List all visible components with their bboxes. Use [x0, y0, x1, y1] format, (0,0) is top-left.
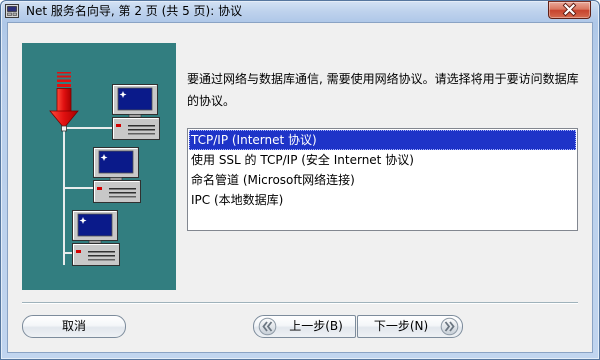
back-button[interactable]: 上一步(B) — [253, 315, 356, 338]
back-button-label: 上一步(B) — [289, 319, 343, 333]
chevron-double-right-icon — [440, 317, 459, 336]
close-icon — [562, 2, 577, 17]
app-icon[interactable] — [4, 3, 20, 19]
computer-icon — [72, 210, 120, 266]
dialog-window: Net 服务名向导, 第 2 页 (共 5 页): 协议 要通过网络与数据库通信… — [0, 0, 600, 360]
protocol-listbox[interactable]: TCP/IP (Internet 协议) 使用 SSL 的 TCP/IP (安全… — [187, 128, 578, 231]
cancel-button-label: 取消 — [61, 319, 86, 333]
cancel-button[interactable]: 取消 — [22, 315, 126, 338]
next-button[interactable]: 下一步(N) — [357, 315, 463, 338]
wizard-body: 要通过网络与数据库通信, 需要使用网络协议。请选择将用于要访问数据库的协议。 T… — [8, 23, 592, 352]
computer-icon — [93, 147, 141, 203]
close-button[interactable] — [548, 1, 591, 19]
protocol-option-tcpip-ssl[interactable]: 使用 SSL 的 TCP/IP (安全 Internet 协议) — [189, 150, 576, 170]
next-button-label: 下一步(N) — [373, 319, 429, 333]
divider — [22, 302, 578, 304]
protocol-option-named-pipes[interactable]: 命名管道 (Microsoft网络连接) — [189, 170, 576, 190]
window-title: Net 服务名向导, 第 2 页 (共 5 页): 协议 — [26, 4, 243, 18]
instruction-text: 要通过网络与数据库通信, 需要使用网络协议。请选择将用于要访问数据库的协议。 — [187, 72, 579, 108]
protocol-option-tcpip[interactable]: TCP/IP (Internet 协议) — [189, 130, 576, 150]
computer-icon — [112, 84, 160, 140]
title-bar[interactable]: Net 服务名向导, 第 2 页 (共 5 页): 协议 — [0, 0, 600, 22]
protocol-option-ipc[interactable]: IPC (本地数据库) — [189, 190, 576, 210]
chevron-double-left-icon — [258, 317, 277, 336]
network-junction-node — [61, 125, 67, 132]
network-illustration — [22, 43, 176, 290]
